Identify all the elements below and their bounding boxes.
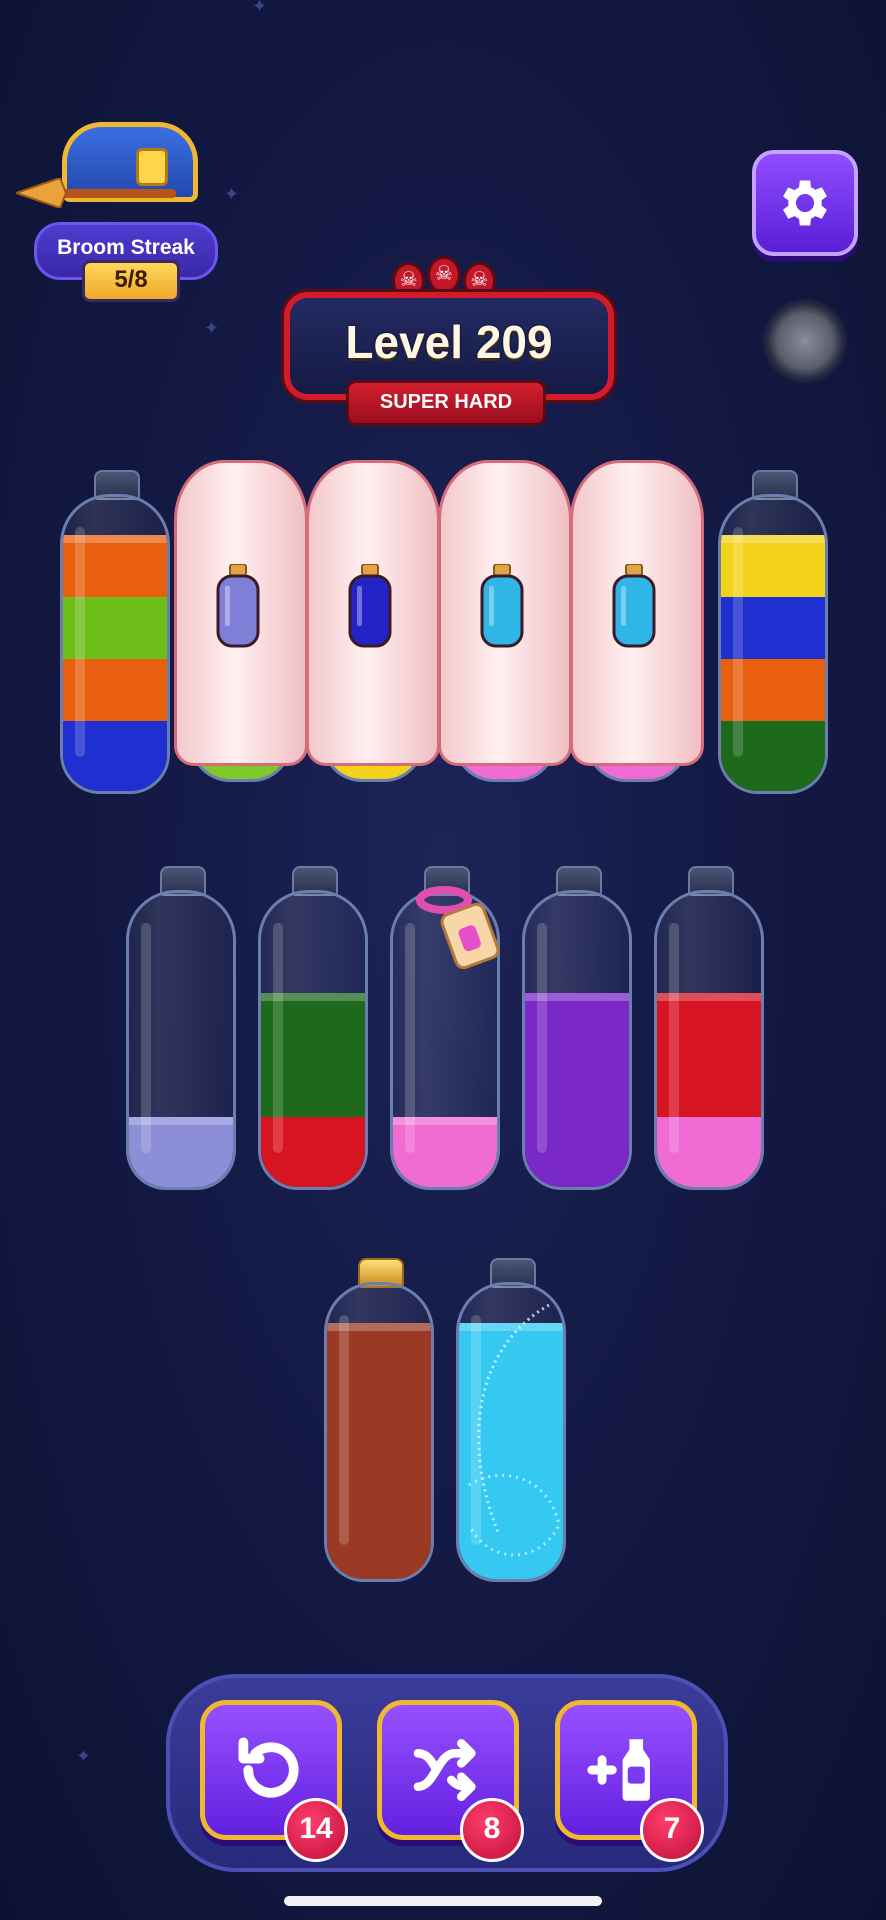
bottle-glass xyxy=(60,494,170,794)
bottle[interactable] xyxy=(390,866,500,1192)
bottle[interactable] xyxy=(456,1258,566,1584)
undo-count-badge: 14 xyxy=(284,1798,348,1862)
star-decoration: ✦ xyxy=(76,1746,92,1766)
star-decoration: ✦ xyxy=(204,318,220,338)
star-decoration: ✦ xyxy=(252,0,268,16)
broom-streak-count: 5/8 xyxy=(82,260,180,302)
broom-icon xyxy=(16,178,176,208)
bottle[interactable] xyxy=(718,470,828,796)
settings-button[interactable] xyxy=(752,150,858,256)
sparkle-effect xyxy=(467,1303,561,1557)
bottle-glass xyxy=(522,890,632,1190)
glass-shine xyxy=(669,923,679,1153)
glass-shine xyxy=(537,923,547,1153)
bottle-glass xyxy=(126,890,236,1190)
bottle[interactable] xyxy=(258,866,368,1192)
star-decoration: ✦ xyxy=(224,184,240,204)
bottle-glass xyxy=(718,494,828,794)
bottle[interactable] xyxy=(60,470,170,796)
difficulty-label: SUPER HARD xyxy=(346,380,546,426)
shuffle-icon xyxy=(413,1739,476,1801)
level-title: Level 209 xyxy=(345,316,553,368)
assistive-touch-button[interactable] xyxy=(762,298,848,384)
home-indicator[interactable] xyxy=(284,1896,602,1906)
bottle-glass xyxy=(654,890,764,1190)
potion-hint-icon xyxy=(480,564,524,648)
bottle[interactable] xyxy=(522,866,632,1192)
bottle-glass xyxy=(324,1282,434,1582)
glass-shine xyxy=(75,527,85,757)
potion-hint-icon xyxy=(216,564,260,648)
bottle-glass xyxy=(258,890,368,1190)
skull-icon: ☠ xyxy=(427,256,461,294)
bottle-glass xyxy=(456,1282,566,1582)
covered-bottle[interactable] xyxy=(438,460,572,782)
covered-bottle[interactable] xyxy=(174,460,308,782)
bottle[interactable] xyxy=(324,1258,434,1584)
glass-shine xyxy=(339,1315,349,1545)
glass-shine xyxy=(273,923,283,1153)
covered-bottle[interactable] xyxy=(570,460,704,782)
glass-shine xyxy=(733,527,743,757)
add-bottle-count-badge: 7 xyxy=(640,1798,704,1862)
potion-hint-icon xyxy=(612,564,656,648)
glass-shine xyxy=(141,923,151,1153)
bottle[interactable] xyxy=(654,866,764,1192)
undo-icon xyxy=(238,1737,299,1798)
shuffle-count-badge: 8 xyxy=(460,1798,524,1862)
potion-hint-icon xyxy=(348,564,392,648)
potion-tag-icon xyxy=(416,886,500,970)
covered-bottle[interactable] xyxy=(306,460,440,782)
bottle[interactable] xyxy=(126,866,236,1192)
gear-icon xyxy=(783,180,827,226)
add-bottle-icon xyxy=(587,1739,650,1801)
broom-streak-widget[interactable]: Broom Streak 5/8 xyxy=(12,118,218,302)
